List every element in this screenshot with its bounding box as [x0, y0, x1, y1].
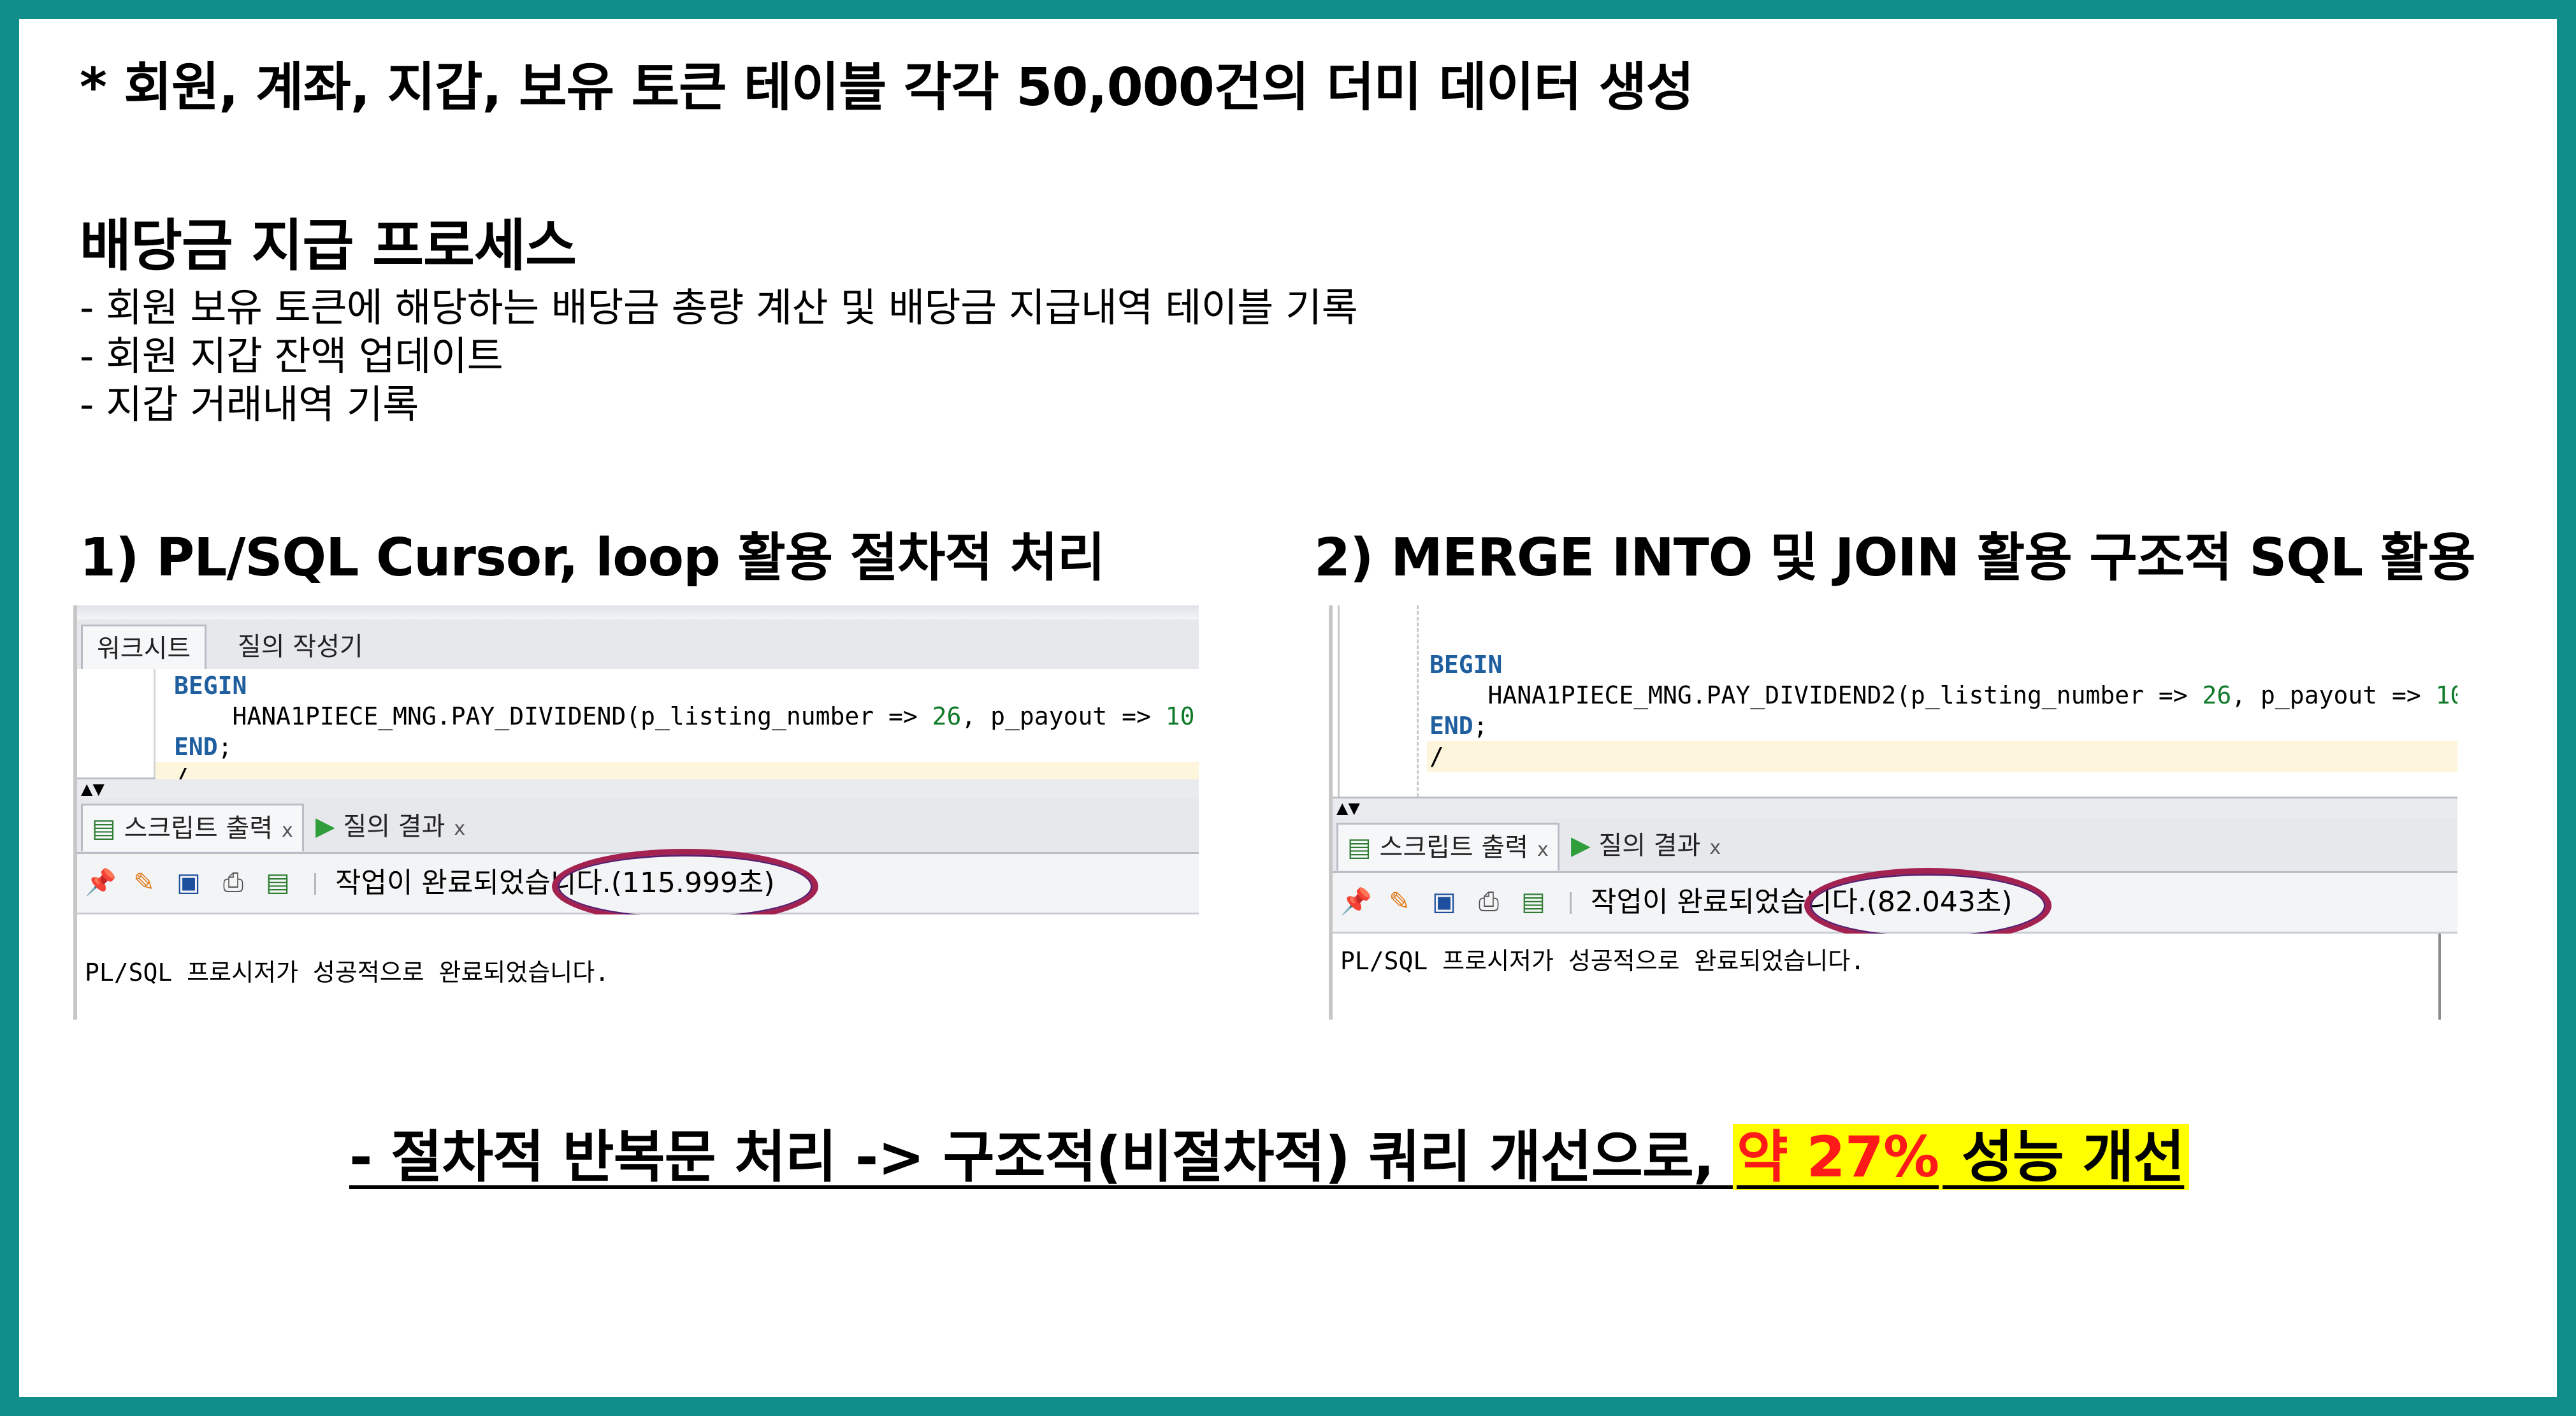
save-icon[interactable]: ▣	[174, 868, 203, 897]
editor-gutter	[77, 669, 156, 777]
code-line-call: HANA1PIECE_MNG.PAY_DIVIDEND2(p_listing_n…	[1429, 681, 2458, 709]
eraser-icon[interactable]: ✎	[129, 868, 159, 897]
improvement-label: 성능 개선	[1943, 1124, 2190, 1190]
ide-screenshot-structural: BEGIN HANA1PIECE_MNG.PAY_DIVIDEND2(p_lis…	[1329, 605, 2457, 1020]
script-output-area: PL/SQL 프로시저가 성공적으로 완료되었습니다.	[77, 914, 1199, 1020]
conclusion-statement: - 절차적 반복문 처리 -> 구조적(비절차적) 쿼리 개선으로, 약 27%…	[349, 1112, 2190, 1193]
code-editor[interactable]: BEGIN HANA1PIECE_MNG.PAY_DIVIDEND2(p_lis…	[1333, 605, 2457, 798]
splitter-handle[interactable]: ▲▼	[1333, 798, 2457, 818]
panel-title-structural: 2) MERGE INTO 및 JOIN 활용 구조적 SQL 활용	[1314, 528, 2476, 588]
script-icon: ▤	[1347, 833, 1371, 862]
output-toolbar: 📌 ✎ ▣ ⎙ ▤ 작업이 완료되었습니다.(82.043초)	[1333, 868, 2457, 943]
pin-icon[interactable]: 📌	[85, 868, 117, 897]
close-icon[interactable]: x	[1709, 837, 1721, 859]
script-output-area: PL/SQL 프로시저가 성공적으로 완료되었습니다.	[1333, 934, 2457, 1020]
panel-title-procedural: 1) PL/SQL Cursor, loop 활용 절차적 처리	[80, 528, 1105, 588]
tab-worksheet[interactable]: 워크시트	[81, 625, 207, 671]
output-message: PL/SQL 프로시저가 성공적으로 완료되었습니다.	[1340, 947, 1865, 975]
section-heading: 배당금 지급 프로세스	[80, 213, 577, 278]
print-icon[interactable]: ⎙	[219, 868, 248, 897]
code-line-call: HANA1PIECE_MNG.PAY_DIVIDEND(p_listing_nu…	[174, 702, 1199, 730]
page-title: * 회원, 계좌, 지갑, 보유 토큰 테이블 각각 50,000건의 더미 데…	[80, 57, 1694, 118]
splitter-handle[interactable]: ▲▼	[77, 779, 1199, 798]
tab-script-output[interactable]: ▤ 스크립트 출력 x	[81, 804, 304, 851]
code-line-end: END;	[1429, 712, 1488, 740]
close-icon[interactable]: x	[282, 820, 293, 842]
output-toolbar: 📌 ✎ ▣ ⎙ ▤ 작업이 완료되었습니다.(115.999초)	[77, 849, 1199, 924]
export-icon[interactable]: ▤	[263, 868, 293, 897]
code-line-begin: BEGIN	[1429, 651, 1503, 679]
print-icon[interactable]: ⎙	[1474, 887, 1503, 916]
export-icon[interactable]: ▤	[1519, 887, 1548, 916]
pin-icon[interactable]: 📌	[1340, 887, 1372, 916]
bullet-item: - 지갑 거래내역 기록	[80, 381, 419, 428]
tab-query-result[interactable]: ▶ 질의 결과 x	[307, 804, 474, 849]
script-icon: ▤	[92, 814, 116, 843]
tab-query-builder[interactable]: 질의 작성기	[224, 625, 377, 669]
improvement-percent: 약 27%	[1732, 1124, 1943, 1190]
save-icon[interactable]: ▣	[1429, 887, 1459, 916]
code-editor[interactable]: BEGIN HANA1PIECE_MNG.PAY_DIVIDEND(p_list…	[77, 669, 1199, 793]
highlight-ellipse	[552, 849, 818, 924]
close-icon[interactable]: x	[454, 818, 465, 840]
code-line-slash: /	[1429, 742, 1444, 770]
close-icon[interactable]: x	[1537, 839, 1549, 861]
tab-query-result[interactable]: ▶ 질의 결과 x	[1562, 823, 1730, 869]
code-line-begin: BEGIN	[174, 672, 247, 700]
run-icon: ▶	[1571, 831, 1591, 860]
ide-screenshot-procedural: 워크시트 질의 작성기 BEGIN HANA1PIECE_MNG.PAY_DIV…	[73, 605, 1199, 1020]
code-line-end: END;	[174, 733, 233, 761]
output-message: PL/SQL 프로시저가 성공적으로 완료되었습니다.	[85, 958, 610, 986]
tab-script-output[interactable]: ▤ 스크립트 출력 x	[1336, 823, 1559, 871]
editor-tabstrip: 워크시트 질의 작성기	[77, 619, 1199, 671]
highlight-ellipse	[1804, 868, 2051, 943]
output-tabstrip: ▤ 스크립트 출력 x ▶ 질의 결과 x	[77, 798, 1199, 854]
output-tabstrip: ▤ 스크립트 출력 x ▶ 질의 결과 x	[1333, 818, 2457, 873]
run-icon: ▶	[315, 812, 335, 841]
eraser-icon[interactable]: ✎	[1385, 887, 1414, 916]
